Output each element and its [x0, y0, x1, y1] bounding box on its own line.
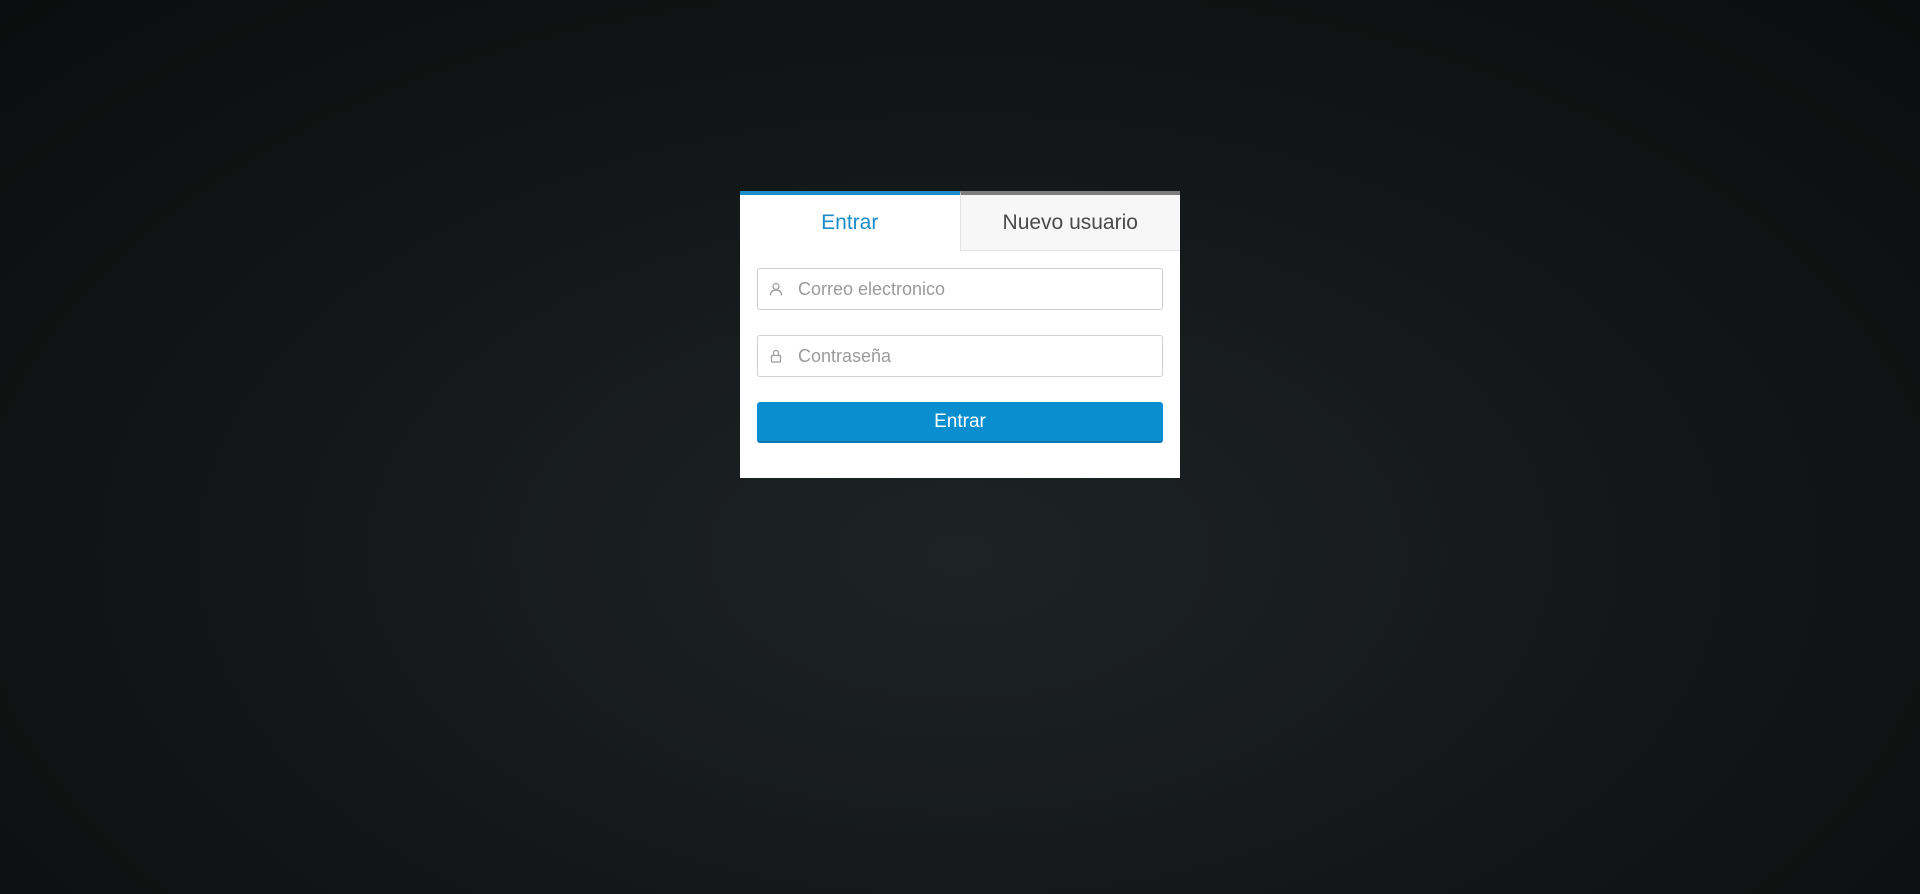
login-form: Entrar: [740, 251, 1180, 443]
password-input[interactable]: [798, 336, 1154, 376]
login-button[interactable]: Entrar: [757, 402, 1163, 443]
login-tabs: Entrar Nuevo usuario: [740, 191, 1180, 251]
login-panel: Entrar Nuevo usuario Entrar: [740, 191, 1180, 478]
email-input[interactable]: [798, 269, 1154, 309]
tab-login[interactable]: Entrar: [740, 191, 960, 251]
lock-icon: [769, 349, 783, 363]
user-icon: [769, 282, 783, 296]
password-field-wrapper[interactable]: [757, 335, 1163, 377]
tab-new-user[interactable]: Nuevo usuario: [959, 191, 1180, 251]
email-field-wrapper[interactable]: [757, 268, 1163, 310]
